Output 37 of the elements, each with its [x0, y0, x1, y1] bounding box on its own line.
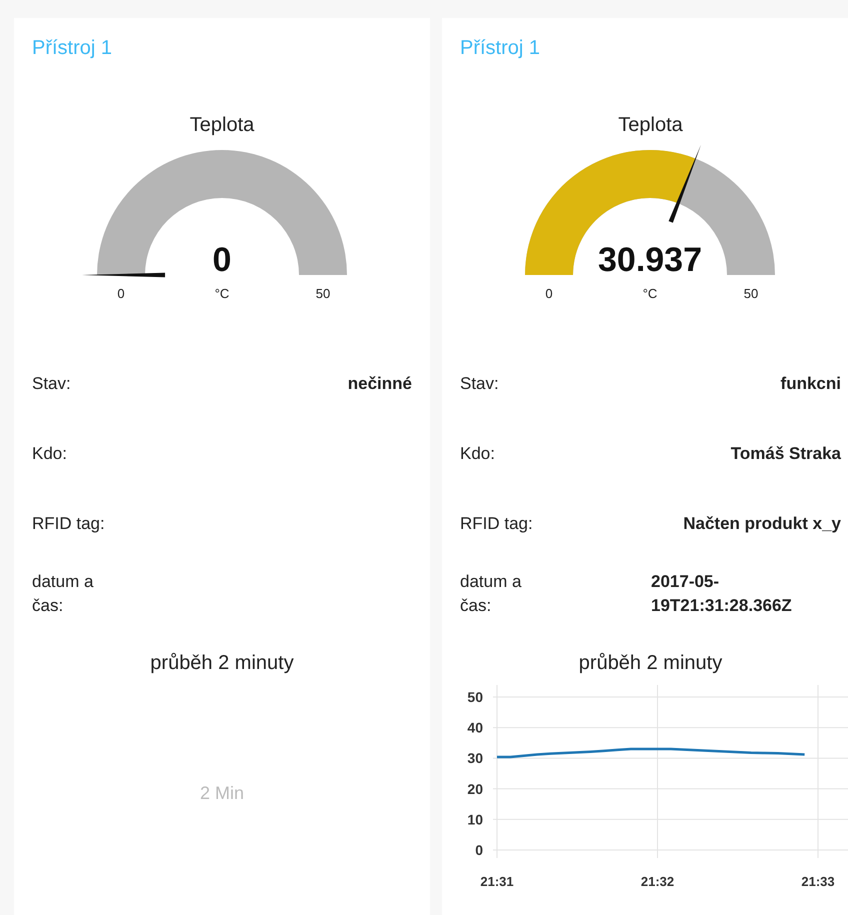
- gauge-max-label: 50: [744, 286, 758, 301]
- gauge-value: 30.937: [598, 241, 702, 279]
- x-tick-label: 21:33: [801, 874, 835, 889]
- card-title: Přístroj 1: [460, 36, 542, 60]
- field-value: funkcni: [780, 373, 841, 395]
- gauge-min-label: 0: [117, 286, 125, 301]
- y-tick-label: 10: [467, 811, 483, 828]
- chart-title: průběh 2 minuty: [149, 651, 295, 676]
- x-tick-label: 21:31: [480, 874, 514, 889]
- chart-title: průběh 2 minuty: [578, 651, 724, 676]
- field-label: RFID tag:: [32, 513, 106, 535]
- field-value: Načten produkt x_y: [683, 513, 841, 535]
- field-label: Stav:: [460, 373, 500, 395]
- field-label: RFID tag:: [460, 513, 534, 535]
- gauge-title: Teplota: [617, 113, 684, 138]
- field-value: Tomáš Straka: [730, 443, 841, 465]
- y-tick-label: 0: [475, 842, 483, 858]
- gauge-title: Teplota: [188, 113, 256, 138]
- empty-chart-label: 2 Min: [198, 782, 245, 805]
- gauge-units: °C: [214, 286, 230, 301]
- gauge-value: 0: [212, 241, 232, 279]
- y-tick-label: 50: [467, 689, 483, 705]
- field-label: Kdo:: [32, 443, 68, 465]
- gauge-max-label: 50: [316, 286, 330, 301]
- card-title: Přístroj 1: [32, 36, 114, 60]
- gauge-units: °C: [642, 286, 658, 301]
- field-label: Stav:: [32, 373, 72, 395]
- y-tick-label: 20: [467, 780, 483, 797]
- field-value: nečinné: [348, 373, 412, 395]
- field-label: Kdo:: [460, 443, 496, 465]
- gauge-min-label: 0: [545, 286, 553, 301]
- field-value: 2017-05-19T21:31:28.366Z: [651, 571, 793, 617]
- x-tick-label: 21:32: [640, 874, 674, 889]
- field-label: datum a čas:: [32, 571, 94, 617]
- y-tick-label: 40: [467, 720, 483, 736]
- y-tick-label: 30: [467, 750, 483, 766]
- field-label: datum a čas:: [460, 571, 522, 617]
